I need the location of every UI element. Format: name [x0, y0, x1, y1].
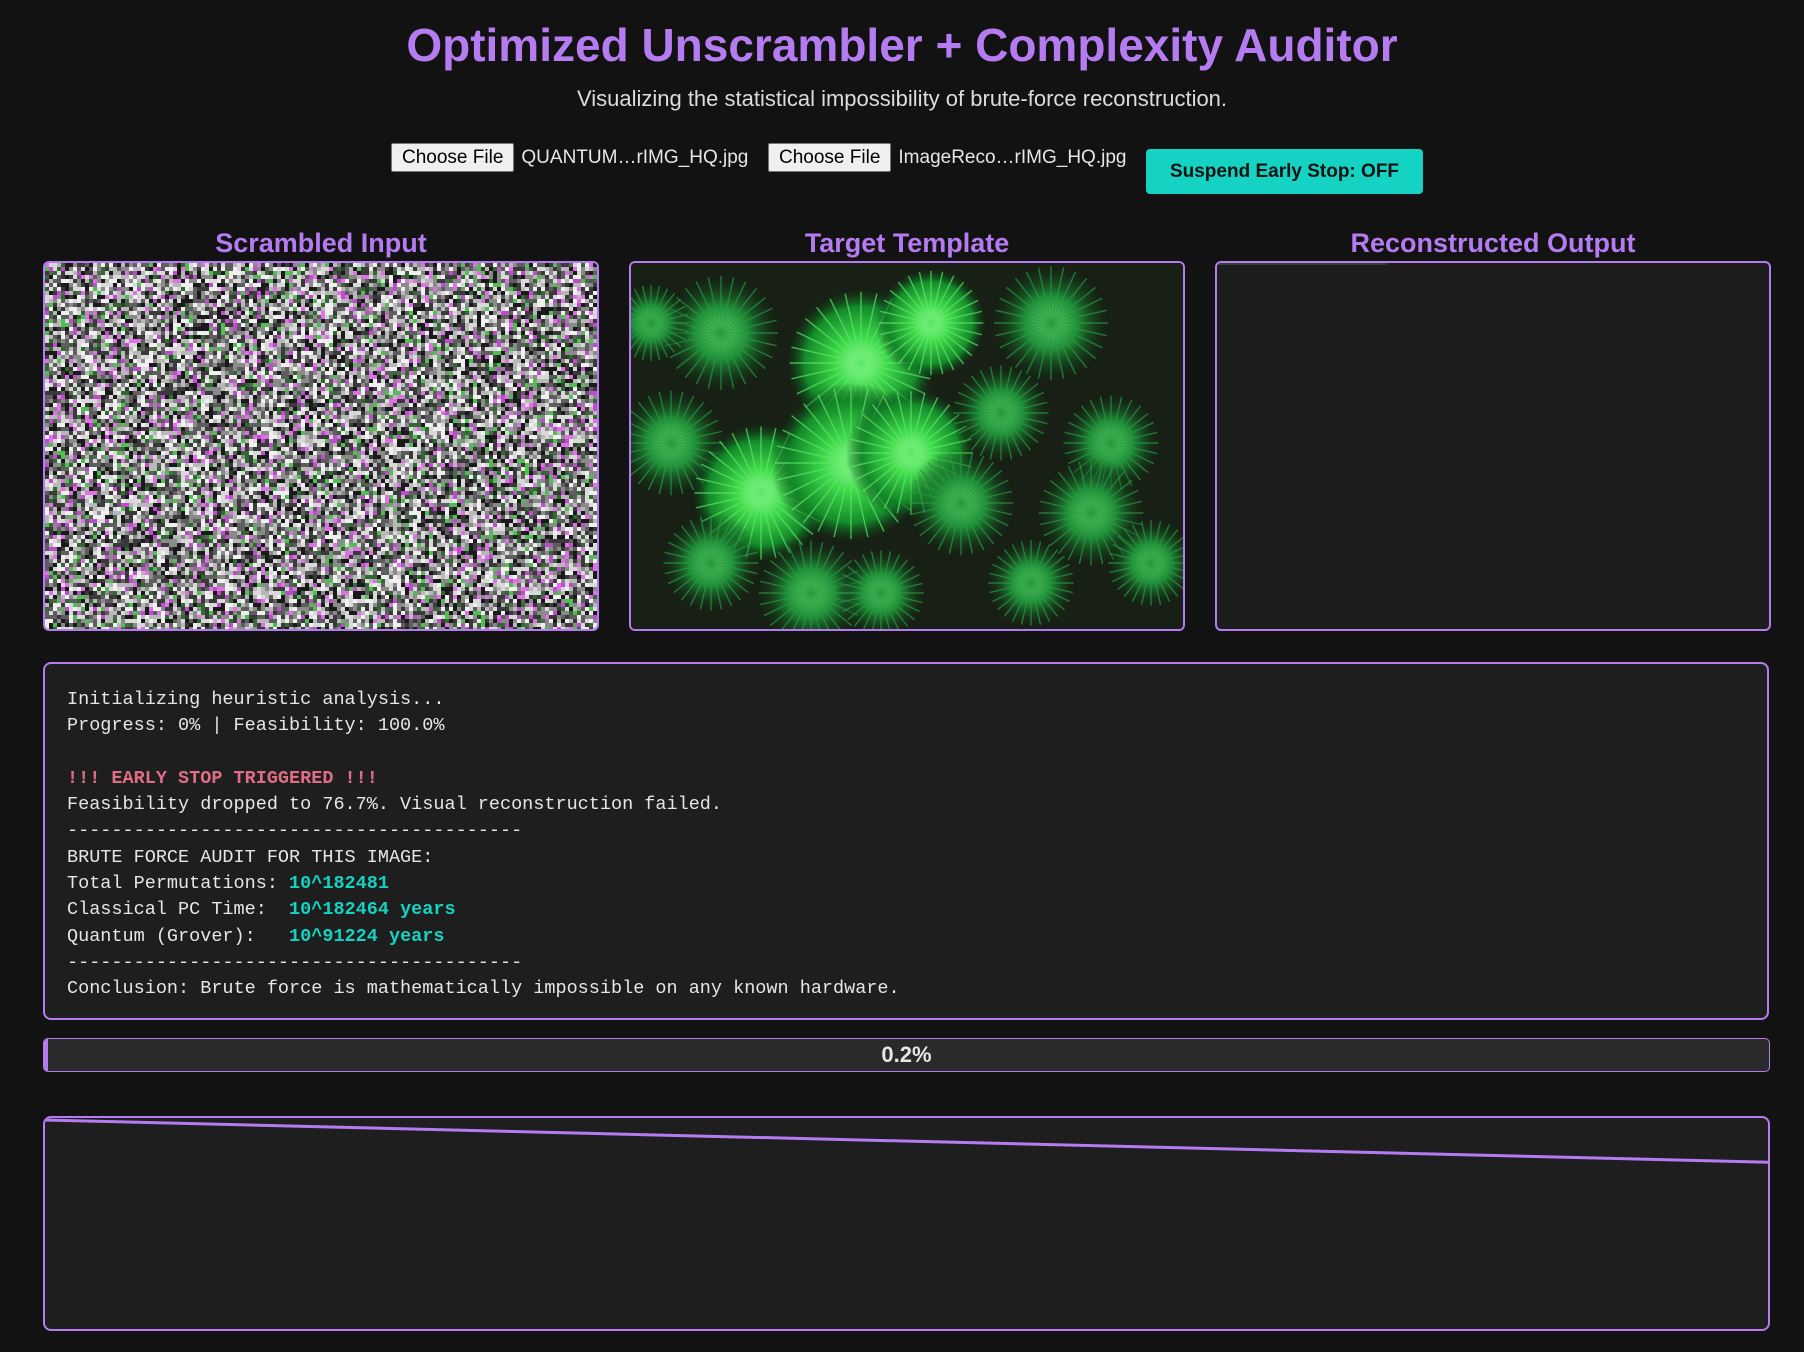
- reconstructed-output-canvas: [1215, 261, 1771, 631]
- audit-header: BRUTE FORCE AUDIT FOR THIS IMAGE:: [67, 846, 434, 868]
- scrambled-noise-image: [45, 263, 597, 629]
- console-line: Feasibility dropped to 76.7%. Visual rec…: [67, 794, 723, 816]
- console-divider: ----------------------------------------…: [67, 951, 523, 973]
- choose-scrambled-file-button[interactable]: Choose File: [391, 143, 515, 172]
- conclusion-line: Conclusion: Brute force is mathematicall…: [67, 978, 900, 1000]
- feasibility-graph-svg: [45, 1118, 1768, 1164]
- app-root: Optimized Unscrambler + Complexity Audit…: [0, 0, 1804, 1352]
- audit-console: Initializing heuristic analysis... Progre…: [43, 662, 1769, 1020]
- permutations-value: 10^182481: [289, 873, 389, 895]
- console-line: Initializing heuristic analysis...: [67, 689, 445, 710]
- quantum-time-row: Quantum (Grover): 10^91224 years: [67, 924, 1745, 950]
- scrambled-file-name: QUANTUM…rIMG_HQ.jpg: [521, 146, 749, 168]
- scrambled-file-input[interactable]: Choose File QUANTUM…rIMG_HQ.jpg: [391, 143, 748, 172]
- console-line: Progress: 0% | Feasibility: 100.0%: [67, 715, 445, 737]
- console-divider: ----------------------------------------…: [67, 820, 523, 842]
- page-subtitle: Visualizing the statistical impossibilit…: [576, 86, 1228, 111]
- target-template-canvas: [629, 261, 1185, 631]
- reconstructed-image: [1217, 263, 1387, 265]
- feasibility-graph: [43, 1116, 1770, 1331]
- early-stop-toggle-button[interactable]: Suspend Early Stop: OFF: [1146, 149, 1423, 194]
- choose-template-file-button[interactable]: Choose File: [768, 143, 892, 172]
- template-file-name: ImageReco…rIMG_HQ.jpg: [898, 146, 1127, 168]
- page-title: Optimized Unscrambler + Complexity Audit…: [406, 19, 1398, 71]
- scrambled-input-title: Scrambled Input: [215, 228, 427, 258]
- permutations-row: Total Permutations: 10^182481: [67, 871, 1745, 897]
- permutations-label: Total Permutations:: [67, 873, 290, 895]
- early-stop-warning: !!! EARLY STOP TRIGGERED !!!: [67, 767, 378, 789]
- classical-time-label: Classical PC Time:: [67, 899, 290, 921]
- quantum-time-value: 10^91224 years: [289, 925, 445, 947]
- feasibility-line: [45, 1118, 1768, 1164]
- quantum-time-label: Quantum (Grover):: [67, 925, 290, 947]
- template-file-input[interactable]: Choose File ImageReco…rIMG_HQ.jpg: [768, 143, 1126, 172]
- target-template-title: Target Template: [804, 228, 1010, 258]
- classical-time-value: 10^182464 years: [289, 899, 456, 921]
- scrambled-input-canvas: [43, 261, 599, 631]
- classical-time-row: Classical PC Time: 10^182464 years: [67, 897, 1745, 923]
- progress-bar: 0.2%: [43, 1038, 1770, 1072]
- pine-branches-image: [631, 263, 1183, 629]
- progress-label: 0.2%: [881, 1042, 932, 1067]
- reconstructed-output-title: Reconstructed Output: [1350, 228, 1636, 258]
